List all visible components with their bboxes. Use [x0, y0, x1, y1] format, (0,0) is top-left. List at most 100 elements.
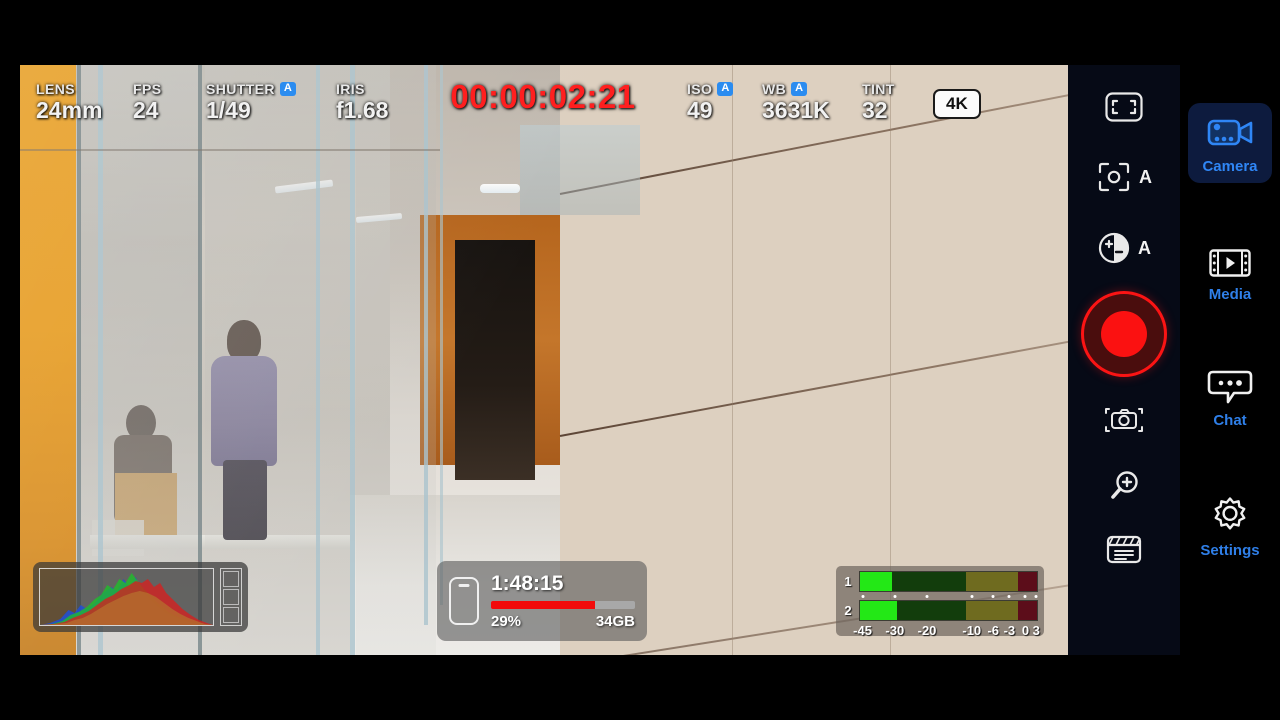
- timecode-display: 00:00:02:21: [450, 78, 636, 115]
- main-nav-rail: Camera Media Chat Settings: [1180, 65, 1280, 655]
- exposure-icon: [1098, 232, 1130, 264]
- nav-item-chat[interactable]: Chat: [1188, 359, 1272, 437]
- audio-channel-row: 1: [842, 571, 1038, 592]
- audio-scale-tick: [925, 595, 929, 598]
- shutter-auto-badge: A: [279, 81, 296, 96]
- audio-scale-tick: [861, 595, 865, 598]
- audio-scale-label: 0: [1021, 623, 1030, 638]
- chat-bubble-icon: [1207, 370, 1253, 404]
- record-icon: [1101, 311, 1147, 357]
- histogram-level-segment: [223, 589, 239, 605]
- snapshot-button[interactable]: [1068, 403, 1180, 437]
- hud-lens-value: 24mm: [36, 97, 103, 123]
- audio-meters-widget[interactable]: 1 2 -45 -30 -20 -10 -6 -3 0 3: [836, 566, 1044, 639]
- audio-scale-label: 3: [1032, 623, 1040, 638]
- hud-fps[interactable]: FPS 24: [133, 80, 161, 122]
- battery-icon: [449, 577, 479, 625]
- hud-fps-value: 24: [133, 97, 159, 123]
- hud-iso-value: 49: [687, 97, 713, 123]
- storage-progress-fill: [491, 601, 595, 609]
- nav-label-settings: Settings: [1200, 542, 1260, 559]
- histogram-levels: [220, 568, 242, 626]
- audio-meter-fill: [860, 601, 898, 620]
- battery-percent: 29%: [491, 613, 522, 630]
- framing-guide-button[interactable]: [1068, 91, 1180, 123]
- hud-wb-label: WB: [762, 80, 787, 97]
- camera-controls-sidebar: A A: [1068, 65, 1180, 655]
- audio-meter-track: [859, 600, 1038, 621]
- hud-tint-label: TINT: [862, 80, 895, 97]
- audio-meter-track: [859, 571, 1038, 592]
- magnifier-plus-icon: [1111, 471, 1138, 499]
- hud-lens-label: LENS: [36, 80, 75, 97]
- hud-iris-value: f1.68: [336, 97, 389, 123]
- storage-widget[interactable]: 1:48:15 29% 34GB: [437, 561, 647, 641]
- clapperboard-icon: [1106, 535, 1142, 564]
- hud-overlay: LENS 24mm FPS 24 SHUTTER A 1/49 IRIS f1.6…: [0, 0, 1280, 122]
- gear-icon: [1214, 497, 1246, 530]
- clerestory-glass: [520, 125, 640, 215]
- resolution-badge[interactable]: 4K: [933, 89, 981, 119]
- camera-icon: [1105, 408, 1143, 432]
- mullion: [350, 65, 355, 655]
- audio-scale-label: -3: [1003, 623, 1016, 638]
- storage-progress-bar: [491, 601, 635, 609]
- audio-meter-fill: [860, 572, 892, 591]
- frame-icon: [1105, 92, 1143, 122]
- video-camera-icon: [1207, 119, 1253, 146]
- hud-iris-label: IRIS: [336, 80, 365, 97]
- nav-item-settings[interactable]: Settings: [1188, 485, 1272, 567]
- nav-label-media: Media: [1208, 286, 1252, 303]
- nav-item-camera[interactable]: Camera: [1188, 103, 1272, 183]
- recording-time-remaining: 1:48:15: [491, 572, 564, 595]
- storage-free: 34GB: [595, 613, 635, 630]
- audio-scale-label: -30: [885, 623, 905, 638]
- hud-lens[interactable]: LENS 24mm: [36, 80, 102, 122]
- hud-shutter[interactable]: SHUTTER A 1/49: [206, 80, 296, 122]
- autofocus-button[interactable]: A: [1068, 161, 1180, 193]
- histogram-widget[interactable]: [33, 562, 248, 632]
- far-doorway: [455, 240, 535, 480]
- hud-iris[interactable]: IRIS f1.68: [336, 80, 388, 122]
- exposure-button[interactable]: A: [1068, 231, 1180, 265]
- slate-button[interactable]: [1068, 533, 1180, 565]
- audio-scale-tick: [1007, 595, 1011, 598]
- audio-scale: -45 -30 -20 -10 -6 -3 0 3: [853, 623, 1040, 639]
- audio-scale-label: -6: [987, 623, 1000, 638]
- mullion: [440, 65, 443, 605]
- hud-shutter-label: SHUTTER: [206, 80, 275, 97]
- ceiling-light: [480, 184, 520, 193]
- audio-scale-tick: [970, 595, 974, 598]
- audio-channel-label: 2: [844, 603, 852, 618]
- audio-scale-tick: [1023, 595, 1027, 598]
- hud-tint-value: 32: [862, 97, 888, 123]
- mullion: [316, 65, 320, 655]
- zoom-button[interactable]: [1068, 469, 1180, 503]
- audio-scale-tick: [1034, 595, 1038, 598]
- nav-item-media[interactable]: Media: [1188, 237, 1272, 311]
- histogram-curves: [40, 573, 213, 625]
- audio-scale-label: -45: [853, 623, 872, 638]
- hud-wb[interactable]: WB A 3631K: [762, 80, 830, 122]
- histogram-level-segment: [223, 571, 239, 587]
- nav-label-chat: Chat: [1213, 412, 1247, 429]
- audio-scale-label: -10: [962, 623, 982, 638]
- autofocus-mode-label: A: [1139, 166, 1152, 187]
- film-strip-icon: [1209, 249, 1251, 277]
- iso-auto-badge: A: [717, 81, 734, 96]
- exposure-mode-label: A: [1138, 237, 1151, 258]
- hud-shutter-value: 1/49: [206, 97, 251, 123]
- hud-wb-value: 3631K: [762, 97, 830, 123]
- nav-label-camera: Camera: [1202, 158, 1258, 175]
- hud-iso[interactable]: ISO A 49: [687, 80, 734, 123]
- focus-icon: [1098, 162, 1130, 192]
- camera-app-screen: LENS 24mm FPS 24 SHUTTER A 1/49 IRIS f1.6…: [0, 0, 1280, 720]
- audio-channel-label: 1: [844, 574, 852, 589]
- hud-tint[interactable]: TINT 32: [862, 80, 895, 122]
- audio-channel-row: 2: [842, 600, 1038, 621]
- record-button[interactable]: [1081, 291, 1167, 377]
- wb-auto-badge: A: [791, 81, 808, 96]
- hud-iso-label: ISO: [687, 80, 713, 97]
- mullion: [20, 149, 440, 151]
- audio-scale-label: -20: [917, 623, 937, 638]
